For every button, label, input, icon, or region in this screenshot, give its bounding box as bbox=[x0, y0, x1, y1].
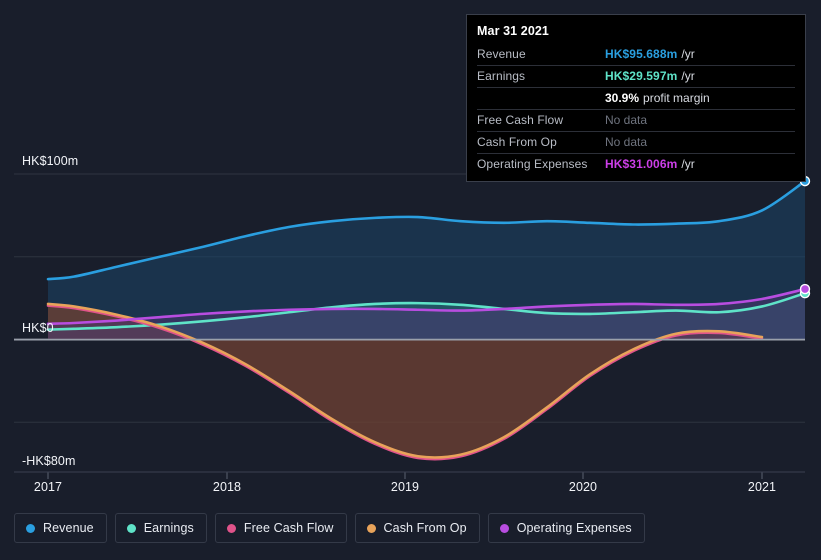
legend-item-label: Cash From Op bbox=[383, 521, 467, 535]
legend-item-cash-from-op[interactable]: Cash From Op bbox=[354, 513, 480, 543]
tooltip-row: Operating Expenses HK$31.006m/yr bbox=[477, 153, 795, 175]
legend-item-earnings[interactable]: Earnings bbox=[114, 513, 207, 543]
legend-color-dot-icon bbox=[26, 523, 35, 533]
tooltip-row-value: No data bbox=[605, 135, 648, 149]
tooltip-row-value: No data bbox=[605, 113, 648, 127]
legend-item-label: Free Cash Flow bbox=[243, 521, 334, 535]
tooltip-row: 30.9% profit margin bbox=[477, 87, 795, 109]
tooltip-row-value: HK$29.597m/yr bbox=[605, 69, 695, 83]
tooltip-row: Earnings HK$29.597m/yr bbox=[477, 65, 795, 87]
y-axis-label-zero: HK$0 bbox=[22, 321, 54, 335]
tooltip-row: Cash From Op No data bbox=[477, 131, 795, 153]
financial-chart: HK$100m HK$0 -HK$80m 2017 2018 2019 2020 202… bbox=[0, 0, 821, 560]
x-tick-marks bbox=[14, 471, 805, 479]
tooltip-row-label: Free Cash Flow bbox=[477, 113, 564, 127]
tooltip-row-label: Operating Expenses bbox=[477, 157, 588, 171]
x-axis-label-2017: 2017 bbox=[33, 480, 63, 494]
tooltip-row-value: HK$95.688m/yr bbox=[605, 47, 695, 61]
legend-color-dot-icon bbox=[499, 523, 509, 533]
tooltip-row: Revenue HK$95.688m/yr bbox=[477, 44, 795, 65]
tooltip-row-label: Cash From Op bbox=[477, 135, 557, 149]
tooltip-row-label: Earnings bbox=[477, 69, 526, 83]
x-axis-label-2021: 2021 bbox=[747, 480, 777, 494]
tooltip-rows: Revenue HK$95.688m/yr Earnings HK$29.597m/y… bbox=[477, 44, 795, 175]
y-axis-label-bottom: -HK$80m bbox=[22, 454, 76, 468]
tooltip-row: Free Cash Flow No data bbox=[477, 109, 795, 131]
x-axis-label-2020: 2020 bbox=[568, 480, 598, 494]
tooltip-date: Mar 31 2021 bbox=[477, 24, 549, 38]
legend-item-label: Operating Expenses bbox=[516, 521, 632, 535]
legend-item-label: Revenue bbox=[43, 521, 94, 535]
legend-item-free-cash-flow[interactable]: Free Cash Flow bbox=[214, 513, 347, 543]
profit-margin-value: 30.9% profit margin bbox=[605, 91, 710, 105]
legend-item-revenue[interactable]: Revenue bbox=[14, 513, 107, 543]
data-tooltip: Mar 31 2021 Revenue HK$95.688m/yr Earnings… bbox=[466, 14, 806, 182]
x-axis-label-2018: 2018 bbox=[212, 480, 242, 494]
tooltip-row-label: Revenue bbox=[477, 47, 526, 61]
y-axis-label-top: HK$100m bbox=[22, 154, 79, 168]
legend-color-dot-icon bbox=[126, 523, 136, 533]
chart-legend[interactable]: Revenue Earnings Free Cash Flow Cash From O… bbox=[14, 513, 645, 543]
legend-item-label: Earnings bbox=[143, 521, 194, 535]
legend-item-operating-expenses[interactable]: Operating Expenses bbox=[487, 513, 645, 543]
tooltip-row-value: HK$31.006m/yr bbox=[605, 157, 695, 171]
legend-color-dot-icon bbox=[226, 523, 236, 533]
legend-color-dot-icon bbox=[366, 523, 376, 533]
x-axis-label-2019: 2019 bbox=[390, 480, 420, 494]
